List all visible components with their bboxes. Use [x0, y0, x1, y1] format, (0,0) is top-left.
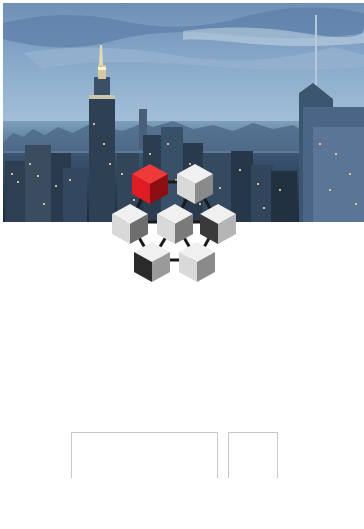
side-input-field[interactable]	[228, 432, 278, 478]
main-input-field[interactable]	[71, 432, 218, 478]
login-screen	[0, 0, 364, 529]
cube-cluster-logo	[100, 160, 250, 290]
